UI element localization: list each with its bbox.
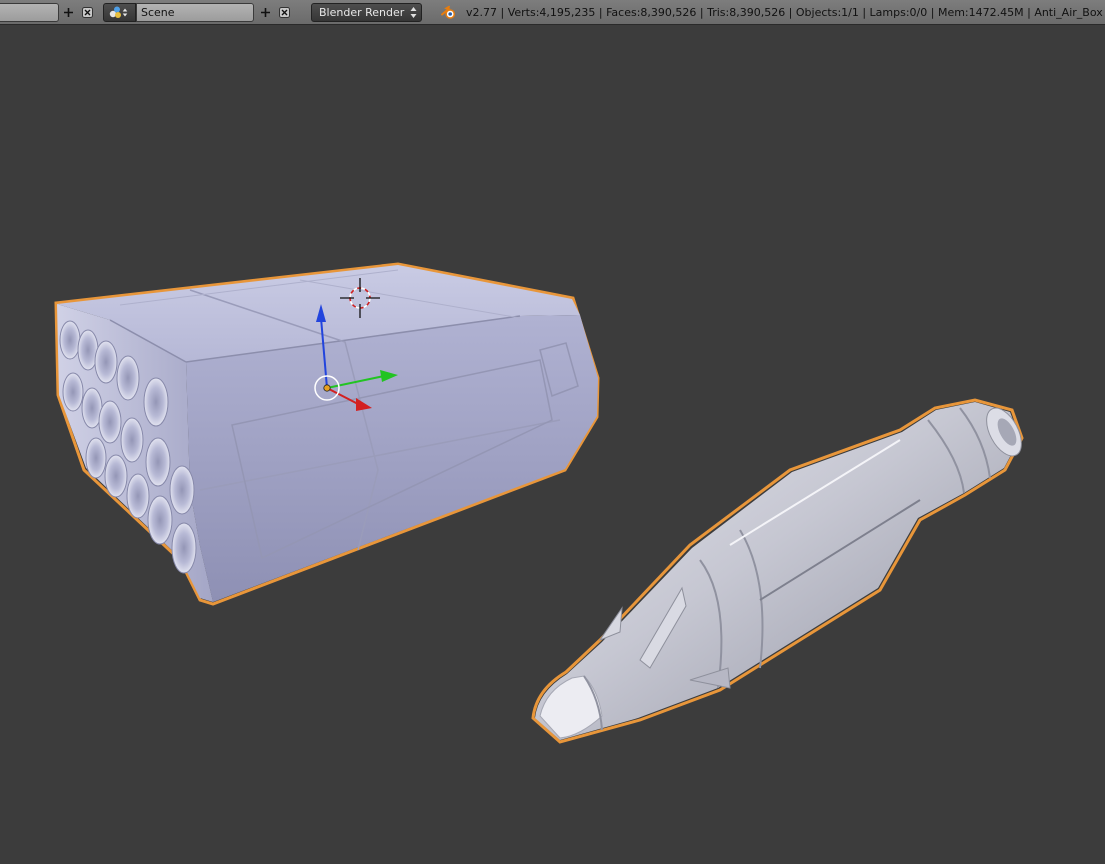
render-engine-dropdown[interactable]: Blender Render xyxy=(311,3,422,22)
scene-statistics: v2.77 | Verts:4,195,235 | Faces:8,390,52… xyxy=(466,6,1103,19)
blender-logo-icon xyxy=(440,4,457,21)
scene-name-field[interactable]: Scene xyxy=(136,3,254,22)
updown-arrows-icon xyxy=(410,7,417,18)
info-header: Scene Blender Render v2.77 | Verts:4,195… xyxy=(0,0,1105,25)
plus-icon[interactable] xyxy=(61,3,76,22)
missile[interactable] xyxy=(531,398,1029,744)
3d-viewport[interactable] xyxy=(0,25,1105,860)
plus-icon[interactable] xyxy=(258,3,273,22)
rocket-launcher-box[interactable] xyxy=(54,262,600,606)
scene-browse-button[interactable] xyxy=(103,3,136,22)
close-x-icon[interactable] xyxy=(277,3,292,22)
scene-icon xyxy=(109,6,128,18)
viewport-canvas xyxy=(54,262,1029,744)
object-origin-dot xyxy=(323,384,331,392)
render-engine-label: Blender Render xyxy=(319,6,405,19)
screen-layout-field[interactable] xyxy=(0,3,59,22)
close-x-icon[interactable] xyxy=(80,3,95,22)
